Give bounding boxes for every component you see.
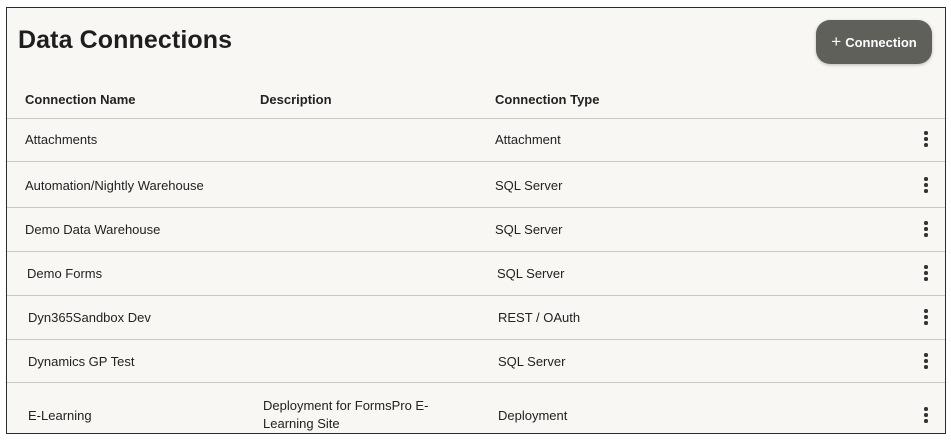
connection-name: Dynamics GP Test (28, 354, 135, 369)
plus-icon: + (831, 31, 842, 51)
connection-name: Demo Data Warehouse (25, 222, 161, 237)
connection-name: Attachments (25, 132, 98, 147)
table-row[interactable]: Demo Data Warehouse SQL Server (7, 207, 945, 252)
connection-type: Attachment (495, 132, 561, 147)
table-row[interactable]: Attachments Attachment (7, 118, 945, 162)
table-row[interactable]: Dynamics GP Test SQL Server (7, 339, 945, 383)
kebab-icon[interactable] (921, 407, 931, 423)
table-row[interactable]: Demo Forms SQL Server (7, 251, 945, 296)
kebab-icon[interactable] (921, 309, 931, 325)
column-header-description[interactable]: Description (260, 92, 332, 107)
kebab-icon[interactable] (921, 221, 931, 237)
connection-type: Deployment (498, 408, 568, 423)
table-row[interactable]: Dyn365Sandbox Dev REST / OAuth (7, 295, 945, 340)
data-connections-panel: Data Connections + Connection Connection… (6, 7, 946, 434)
column-header-connection-type[interactable]: Connection Type (495, 92, 599, 107)
connection-type: SQL Server (495, 178, 563, 193)
kebab-icon[interactable] (921, 131, 931, 147)
connection-name: Automation/Nightly Warehouse (25, 178, 204, 193)
connection-name: Demo Forms (27, 266, 103, 281)
kebab-icon[interactable] (921, 177, 931, 193)
connection-type: SQL Server (498, 354, 566, 369)
connection-type: SQL Server (495, 222, 563, 237)
connection-name: E-Learning (28, 408, 92, 423)
connection-name: Dyn365Sandbox Dev (28, 310, 151, 325)
connection-description: Deployment for FormsPro E-Learning Site (263, 398, 429, 431)
add-connection-label: Connection (845, 34, 917, 50)
add-connection-button[interactable]: + Connection (816, 20, 932, 64)
column-header-connection-name[interactable]: Connection Name (25, 92, 136, 107)
connection-type: SQL Server (497, 266, 565, 281)
page-title: Data Connections (18, 26, 233, 54)
table-row[interactable]: Automation/Nightly Warehouse SQL Server (7, 161, 945, 208)
table-row[interactable]: E-Learning Deployment for FormsPro E-Lea… (7, 382, 945, 433)
kebab-icon[interactable] (921, 265, 931, 281)
kebab-icon[interactable] (921, 353, 931, 369)
connection-type: REST / OAuth (498, 310, 581, 325)
